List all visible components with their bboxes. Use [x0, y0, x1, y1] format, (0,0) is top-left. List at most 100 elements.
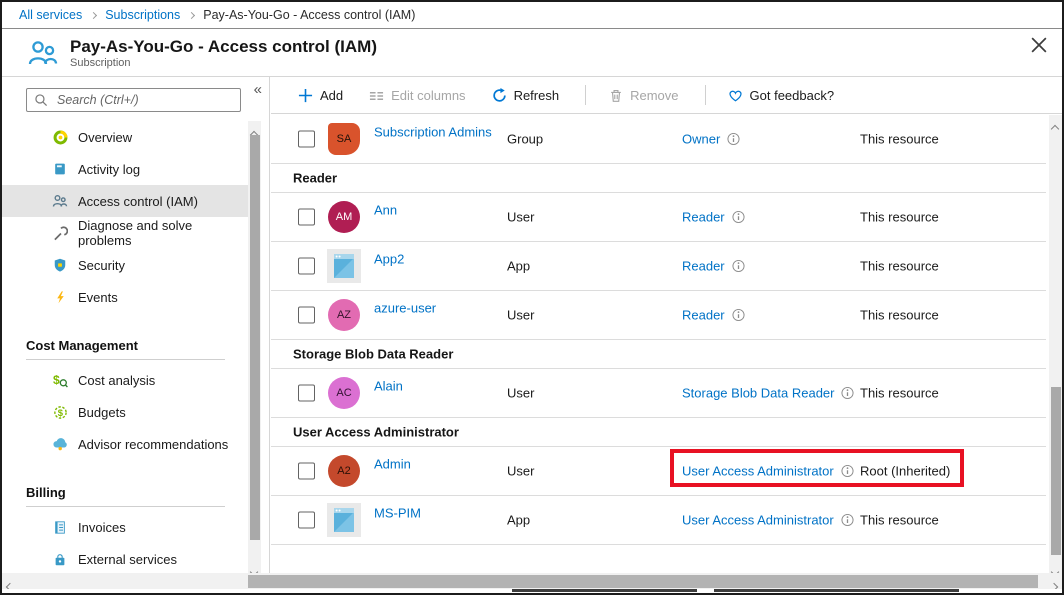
close-icon[interactable]: [1031, 37, 1051, 57]
edit-columns-button[interactable]: Edit columns: [369, 88, 466, 103]
sidebar-item-diagnose-and-solve-problems[interactable]: Diagnose and solve problems: [2, 217, 249, 249]
main-scrollbar[interactable]: [1049, 115, 1062, 577]
scope-value: This resource: [860, 385, 939, 401]
external-services-icon: [52, 551, 68, 567]
role-link[interactable]: Owner: [682, 132, 720, 147]
main-content: Add Edit columns Refresh Remove Got feedback…: [271, 77, 1062, 577]
role-link[interactable]: User Access Administrator: [682, 513, 834, 528]
sidebar-item-label: Security: [78, 257, 125, 273]
scope-value: Root (Inherited): [860, 463, 951, 479]
row-checkbox[interactable]: [298, 306, 315, 324]
avatar: AZ: [328, 299, 360, 331]
horizontal-scrollbar[interactable]: [2, 573, 1062, 592]
main-scrollbar-thumb[interactable]: [1050, 387, 1061, 555]
role-group-label: Reader: [293, 170, 338, 186]
overview-icon: [52, 129, 68, 145]
sidebar-item-advisor-recommendations[interactable]: Advisor recommendations: [2, 428, 249, 460]
principal-name-link[interactable]: MS-PIM: [374, 506, 421, 521]
role-group-header: Storage Blob Data Reader: [271, 340, 1046, 369]
scope-value: This resource: [860, 258, 939, 274]
avatar: AC: [328, 377, 360, 409]
nav-section-header: Cost Management: [26, 338, 138, 353]
sidebar-item-activity-log[interactable]: Activity log: [2, 153, 249, 185]
role-link[interactable]: Reader: [682, 308, 725, 323]
table-row: AC Alain User Storage Blob Data Reader This …: [271, 369, 1046, 418]
role-link[interactable]: Storage Blob Data Reader: [682, 386, 834, 401]
role-link[interactable]: User Access Administrator: [682, 464, 834, 479]
role-group-header: User Access Administrator: [271, 418, 1046, 447]
sidebar-scrollbar[interactable]: [248, 121, 261, 577]
trash-icon: [608, 88, 623, 103]
sidebar-item-label: Budgets: [78, 404, 126, 420]
role-link[interactable]: Reader: [682, 210, 725, 225]
principal-type: App: [507, 512, 531, 528]
sidebar-nav: Overview Activity log Access control (IAM)…: [2, 121, 249, 573]
search-icon: [34, 93, 48, 107]
info-icon[interactable]: [841, 386, 855, 400]
role-cell: User Access Administrator: [682, 464, 854, 479]
app-icon: [327, 249, 361, 283]
security-icon: [52, 257, 68, 273]
info-icon[interactable]: [732, 210, 745, 224]
got-feedback-button[interactable]: Got feedback?: [728, 88, 834, 103]
role-link[interactable]: Reader: [682, 259, 725, 274]
sidebar-item-external-services[interactable]: External services: [2, 543, 249, 573]
row-checkbox[interactable]: [298, 257, 315, 275]
avatar: AM: [328, 201, 360, 233]
info-icon[interactable]: [727, 132, 740, 146]
info-icon[interactable]: [732, 308, 745, 322]
app-icon: [327, 503, 361, 537]
refresh-icon: [492, 87, 507, 103]
principal-type: App: [507, 258, 531, 274]
sidebar-item-label: Advisor recommendations: [78, 436, 229, 452]
role-group-label: Storage Blob Data Reader: [293, 346, 454, 362]
search-input[interactable]: [55, 92, 233, 108]
principal-type: User: [507, 307, 535, 323]
sidebar-item-label: Access control (IAM): [78, 193, 198, 209]
sidebar-scrollbar-thumb[interactable]: [249, 135, 260, 540]
breadcrumb-item-0[interactable]: All services: [19, 8, 82, 22]
collapse-sidebar-icon[interactable]: «: [254, 82, 262, 97]
sidebar-item-label: External services: [78, 551, 177, 567]
scope-value: This resource: [860, 209, 939, 225]
scope-value: This resource: [860, 307, 939, 323]
sidebar-item-overview[interactable]: Overview: [2, 121, 249, 153]
avatar: A2: [328, 455, 360, 487]
principal-name-link[interactable]: Ann: [374, 203, 397, 218]
toolbar: Add Edit columns Refresh Remove Got feedback…: [271, 77, 1062, 114]
sidebar-item-budgets[interactable]: $ Budgets: [2, 396, 249, 428]
principal-name-link[interactable]: Subscription Admins: [374, 125, 492, 140]
principal-name-link[interactable]: App2: [374, 252, 404, 267]
info-icon[interactable]: [841, 464, 854, 478]
access-control-people-icon: [27, 37, 59, 69]
scope-value: This resource: [860, 512, 939, 528]
sidebar-item-security[interactable]: Security: [2, 249, 249, 281]
principal-name-link[interactable]: azure-user: [374, 301, 436, 316]
page-header: Pay-As-You-Go - Access control (IAM) Sub…: [2, 29, 1062, 77]
sidebar-item-events[interactable]: Events: [2, 281, 249, 313]
svg-text:$: $: [53, 373, 60, 387]
role-cell: Reader: [682, 259, 745, 274]
row-checkbox[interactable]: [298, 384, 315, 402]
sidebar: « Overview Activity log Access control (IA…: [2, 77, 270, 577]
diagnose-icon: [52, 225, 68, 241]
remove-button[interactable]: Remove: [608, 88, 679, 103]
info-icon[interactable]: [841, 513, 854, 527]
row-checkbox[interactable]: [298, 208, 315, 226]
row-checkbox[interactable]: [298, 511, 315, 529]
sidebar-item-invoices[interactable]: Invoices: [2, 511, 249, 543]
add-button[interactable]: Add: [298, 88, 343, 103]
breadcrumb-item-1[interactable]: Subscriptions: [105, 8, 180, 22]
sidebar-item-label: Invoices: [78, 519, 126, 535]
sidebar-item-label: Activity log: [78, 161, 141, 177]
principal-name-link[interactable]: Alain: [374, 379, 403, 394]
info-icon[interactable]: [732, 259, 745, 273]
principal-name-link[interactable]: Admin: [374, 457, 411, 472]
sidebar-item-access-control-iam[interactable]: Access control (IAM): [2, 185, 249, 217]
row-checkbox[interactable]: [298, 462, 315, 480]
row-checkbox[interactable]: [298, 130, 315, 148]
horizontal-scrollbar-thumb[interactable]: [248, 574, 1038, 588]
sidebar-item-cost-analysis[interactable]: $ Cost analysis: [2, 364, 249, 396]
nav-section-divider: [26, 359, 225, 360]
refresh-button[interactable]: Refresh: [492, 87, 559, 103]
